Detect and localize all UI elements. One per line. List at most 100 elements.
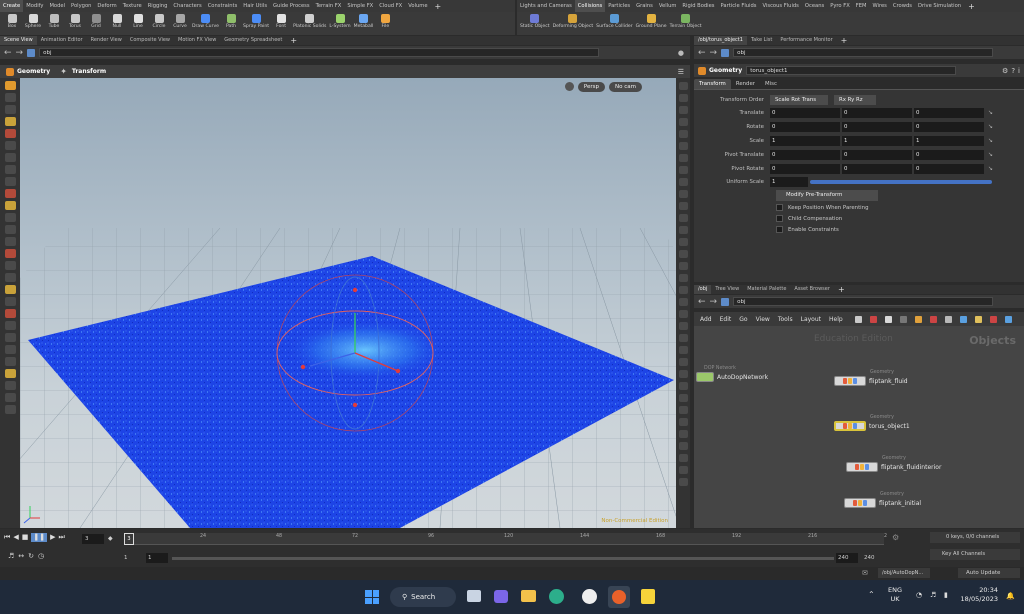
display-option-button[interactable] xyxy=(678,154,688,162)
scene-tab-1[interactable]: Animation Editor xyxy=(37,36,87,45)
display-option-button[interactable] xyxy=(678,226,688,234)
edge-icon[interactable] xyxy=(549,589,564,604)
viewport-tool-button[interactable] xyxy=(4,357,16,366)
viewport-tool-button[interactable] xyxy=(4,201,16,210)
network-menu-go[interactable]: Go xyxy=(739,316,747,323)
camera-menu[interactable]: No cam xyxy=(609,82,642,92)
start-frame-b[interactable]: 1 xyxy=(146,553,168,563)
viewport-tool-button[interactable] xyxy=(4,141,16,150)
shelf-right-tab-8[interactable]: Oceans xyxy=(802,0,827,12)
network-canvas[interactable]: Education Edition Objects DOP Network Aut… xyxy=(694,326,1024,528)
shelf-right-tab-5[interactable]: Rigid Bodies xyxy=(679,0,717,12)
viewport-tool-button[interactable] xyxy=(4,93,16,102)
network-path-field[interactable]: obj xyxy=(733,297,994,306)
back-arrow-icon[interactable]: ← xyxy=(4,48,12,58)
display-option-button[interactable] xyxy=(678,106,688,114)
shelf-left-tab-13[interactable]: Cloud FX xyxy=(376,0,405,12)
teams-icon[interactable] xyxy=(494,590,508,603)
display-option-button[interactable] xyxy=(678,466,688,474)
uniform-scale-field[interactable]: 1 xyxy=(770,176,808,187)
viewport-tool-button[interactable] xyxy=(4,129,16,138)
param-field-4-2[interactable]: 0 xyxy=(914,163,984,174)
shelf-right-tab-2[interactable]: Particles xyxy=(605,0,633,12)
tray-chevron-icon[interactable]: ⌃ xyxy=(868,590,875,599)
rotation-order-menu[interactable]: Rx Ry Rz xyxy=(834,94,876,105)
shelf-left-tab-7[interactable]: Characters xyxy=(170,0,204,12)
network-menu-view[interactable]: View xyxy=(756,316,770,323)
display-option-button[interactable] xyxy=(678,250,688,258)
shelf-right-tab-3[interactable]: Grains xyxy=(633,0,656,12)
shelf-left-tab-4[interactable]: Deform xyxy=(94,0,119,12)
shelf-right-tab-13[interactable]: Drive Simulation xyxy=(915,0,964,12)
node-body[interactable] xyxy=(834,376,866,386)
jump-end-icon[interactable]: ⏭ xyxy=(58,533,64,542)
param-field-2-1[interactable]: 1 xyxy=(842,135,912,146)
network-tool-icon[interactable] xyxy=(944,315,952,323)
shelf-right-tool-4[interactable]: Terrain Object xyxy=(670,12,702,29)
persp-menu[interactable]: Persp xyxy=(577,82,606,92)
param-tab-1[interactable]: Render xyxy=(731,79,760,89)
network-menu-tools[interactable]: Tools xyxy=(778,316,793,323)
shelf-left-tool-5[interactable]: Null xyxy=(108,12,126,29)
frame-marker[interactable]: 3 xyxy=(124,533,134,545)
network-menu-help[interactable]: Help xyxy=(829,316,843,323)
viewport-tool-button[interactable] xyxy=(4,273,16,282)
param-field-3-2[interactable]: 0 xyxy=(914,149,984,160)
file-explorer-icon[interactable] xyxy=(521,590,536,602)
viewport-tool-button[interactable] xyxy=(4,297,16,306)
checkbox-0[interactable] xyxy=(776,204,783,211)
display-option-button[interactable] xyxy=(678,442,688,450)
param-checkbox-row-0[interactable]: Keep Position When Parenting xyxy=(776,204,869,211)
viewport-tool-button[interactable] xyxy=(4,285,16,294)
forward-arrow-icon[interactable]: → xyxy=(710,297,718,307)
shelf-left-tool-6[interactable]: Line xyxy=(129,12,147,29)
volume-icon[interactable]: ♬ xyxy=(930,591,936,599)
viewport-tool-button[interactable] xyxy=(4,249,16,258)
viewport-tool-button[interactable] xyxy=(4,153,16,162)
network-tab-1[interactable]: Tree View xyxy=(711,285,743,294)
sticky-notes-icon[interactable] xyxy=(641,589,655,604)
range-icon[interactable]: ↔ xyxy=(18,552,24,560)
viewport-tool-button[interactable] xyxy=(4,405,16,414)
shelf-left-tab-9[interactable]: Hair Utils xyxy=(240,0,270,12)
info-icon[interactable]: i xyxy=(1018,67,1020,75)
network-tab-0[interactable]: /obj xyxy=(694,285,712,294)
shelf-left-tool-1[interactable]: Sphere xyxy=(24,12,42,29)
network-tool-icon[interactable] xyxy=(974,315,982,323)
add-pane-tab-icon[interactable]: + xyxy=(837,36,852,45)
param-field-1-2[interactable]: 0 xyxy=(914,121,984,132)
display-option-button[interactable] xyxy=(678,82,688,90)
forward-arrow-icon[interactable]: → xyxy=(16,48,24,58)
viewport-tool-button[interactable] xyxy=(4,345,16,354)
param-channel-icon[interactable]: ↘ xyxy=(988,165,993,172)
help-icon[interactable]: ? xyxy=(1011,67,1015,75)
display-option-button[interactable] xyxy=(678,274,688,282)
stop-icon[interactable]: ■ xyxy=(22,533,29,542)
viewport-tool-button[interactable] xyxy=(4,165,16,174)
shelf-left-tab-11[interactable]: Terrain FX xyxy=(313,0,345,12)
shelf-left-tool-13[interactable]: Platonic Solids xyxy=(293,12,326,29)
display-option-button[interactable] xyxy=(678,286,688,294)
network-tool-icon[interactable] xyxy=(1004,315,1012,323)
param-pane-tab-1[interactable]: Take List xyxy=(747,36,776,45)
network-menu-add[interactable]: Add xyxy=(700,316,712,323)
viewport-options-icon[interactable]: ☰ xyxy=(678,68,684,76)
battery-icon[interactable]: ▮ xyxy=(944,591,948,599)
display-option-button[interactable] xyxy=(678,166,688,174)
display-option-button[interactable] xyxy=(678,406,688,414)
shelf-right-tab-6[interactable]: Particle Fluids xyxy=(718,0,760,12)
key-all-channels-button[interactable]: Key All Channels xyxy=(930,549,1020,560)
gear-icon[interactable]: ⚙ xyxy=(1002,67,1008,75)
shelf-right-tool-2[interactable]: Surface Collider xyxy=(596,12,633,29)
param-field-4-1[interactable]: 0 xyxy=(842,163,912,174)
shelf-left-tool-11[interactable]: Spray Paint xyxy=(243,12,269,29)
viewport-tool-button[interactable] xyxy=(4,213,16,222)
shelf-left-tab-1[interactable]: Modify xyxy=(23,0,46,12)
param-field-0-1[interactable]: 0 xyxy=(842,107,912,118)
param-field-2-0[interactable]: 1 xyxy=(770,135,840,146)
shelf-left-tool-16[interactable]: File xyxy=(376,12,394,29)
loop-icon[interactable]: ↻ xyxy=(28,552,34,560)
display-option-button[interactable] xyxy=(678,94,688,102)
current-frame-field[interactable]: 3 xyxy=(82,534,104,544)
shelf-right-tab-10[interactable]: FEM xyxy=(853,0,870,12)
